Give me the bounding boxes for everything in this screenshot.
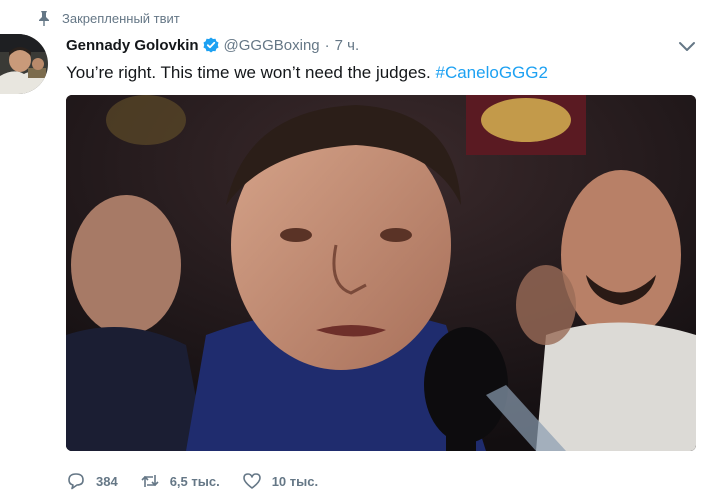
reply-count: 384	[96, 473, 118, 489]
heart-icon	[242, 472, 262, 490]
pin-icon	[36, 10, 52, 26]
like-button[interactable]: 10 тыс.	[242, 472, 318, 490]
author-handle[interactable]: @GGGBoxing	[224, 37, 320, 54]
pinned-tweet-indicator: Закрепленный твит	[36, 9, 180, 27]
tweet-timestamp[interactable]: 7 ч.	[335, 37, 360, 54]
like-count: 10 тыс.	[271, 473, 319, 489]
retweet-count: 6,5 тыс.	[169, 473, 220, 489]
tweet-body: You’re right. This time we won’t need th…	[66, 63, 436, 82]
tweet-photo[interactable]	[66, 95, 696, 451]
separator-dot: ·	[324, 36, 330, 54]
chevron-down-icon[interactable]	[678, 40, 696, 52]
pinned-label: Закрепленный твит	[62, 10, 180, 26]
avatar[interactable]	[0, 34, 48, 94]
tweet-header: Gennady Golovkin @GGGBoxing · 7 ч.	[66, 35, 359, 55]
retweet-button[interactable]: 6,5 тыс.	[140, 472, 220, 490]
hashtag-link[interactable]: #CaneloGGG2	[436, 63, 548, 82]
reply-button[interactable]: 384	[66, 472, 118, 490]
verified-badge-icon	[203, 37, 219, 53]
author-name[interactable]: Gennady Golovkin	[66, 37, 199, 54]
retweet-icon	[140, 472, 160, 490]
tweet-text: You’re right. This time we won’t need th…	[66, 61, 548, 85]
tweet-actions: 384 6,5 тыс. 10 тыс.	[66, 470, 340, 492]
reply-icon	[66, 472, 86, 490]
